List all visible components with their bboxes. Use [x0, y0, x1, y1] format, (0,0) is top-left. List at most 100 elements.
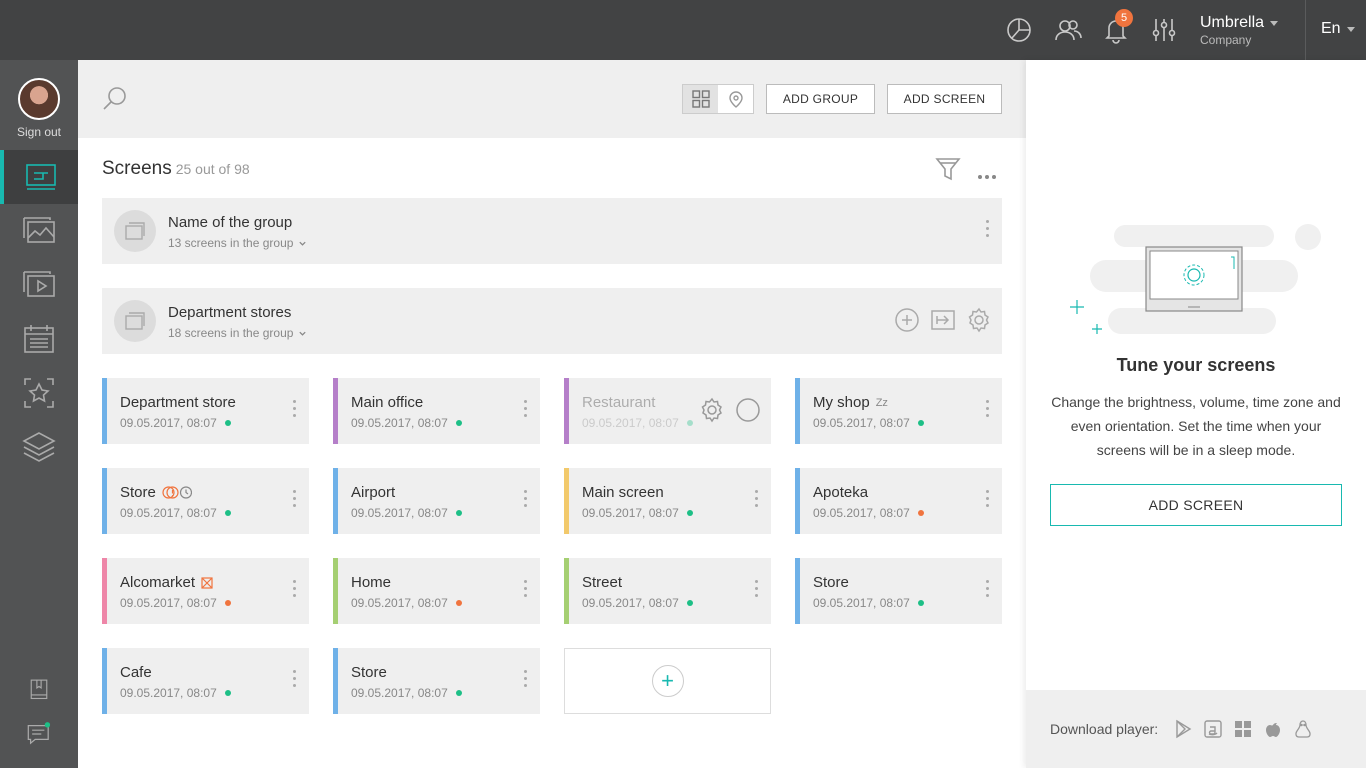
screen-name: My shop: [813, 394, 870, 411]
add-screen-card[interactable]: +: [564, 648, 771, 714]
last-seen-time: 09.05.2017, 08:07: [351, 596, 448, 610]
screens-icon: [26, 164, 56, 190]
linux-icon[interactable]: [1293, 719, 1313, 739]
grid-view-icon[interactable]: [683, 85, 718, 113]
screen-card-name: Apoteka: [813, 484, 868, 501]
screen-card[interactable]: Store 09.05.2017, 08:07: [795, 558, 1002, 624]
card-menu-icon[interactable]: [986, 580, 990, 601]
gear-icon[interactable]: [699, 397, 725, 423]
filter-icon[interactable]: [935, 156, 961, 182]
screen-card[interactable]: Street 09.05.2017, 08:07: [564, 558, 771, 624]
card-menu-icon[interactable]: [755, 490, 759, 511]
add-screen-button[interactable]: ADD SCREEN: [887, 84, 1002, 114]
group-icon: [114, 300, 156, 342]
view-toggle: [682, 84, 754, 114]
sidebar-item-chat[interactable]: [0, 706, 78, 762]
screen-card[interactable]: Main office 09.05.2017, 08:07: [333, 378, 540, 444]
add-circle-icon[interactable]: [894, 307, 920, 333]
screen-card[interactable]: Airport 09.05.2017, 08:07: [333, 468, 540, 534]
sleep-badge: Zz: [875, 396, 888, 409]
screen-card-name: My shop Zz: [813, 394, 888, 411]
search-icon[interactable]: [102, 85, 128, 111]
sidebar-item-favorites[interactable]: [0, 366, 78, 420]
plus-icon: +: [651, 665, 684, 697]
screen-card[interactable]: Store 09.05.2017, 08:07: [333, 648, 540, 714]
windows-icon[interactable]: [1233, 719, 1253, 739]
screen-card-date: 09.05.2017, 08:07: [120, 686, 231, 700]
screen-card-name: Main screen: [582, 484, 664, 501]
screen-card[interactable]: My shop Zz 09.05.2017, 08:07: [795, 378, 1002, 444]
group-actions: [894, 307, 992, 333]
status-dot: [455, 690, 462, 696]
group-count[interactable]: 18 screens in the group: [168, 326, 307, 340]
card-menu-icon[interactable]: [986, 400, 990, 421]
screen-card-date: 09.05.2017, 08:07: [120, 596, 231, 610]
group-row[interactable]: Department stores 18 screens in the grou…: [102, 288, 1002, 354]
last-seen-time: 09.05.2017, 08:07: [582, 506, 679, 520]
screen-card-name: Street: [582, 574, 622, 591]
card-menu-icon[interactable]: [293, 670, 297, 691]
screen-name: Department store: [120, 394, 236, 411]
screen-card[interactable]: Home 09.05.2017, 08:07: [333, 558, 540, 624]
screen-card[interactable]: Cafe 09.05.2017, 08:07: [102, 648, 309, 714]
screen-name: Airport: [351, 484, 396, 501]
gallery-icon: [23, 217, 55, 243]
screen-card-name: Home: [351, 574, 391, 591]
users-icon[interactable]: [1054, 16, 1082, 44]
page-title: Screens 25 out of 98: [102, 158, 250, 180]
pie-chart-icon[interactable]: [1005, 16, 1033, 44]
screen-name: Store: [813, 574, 849, 591]
gear-icon[interactable]: [966, 307, 992, 333]
sign-out-link[interactable]: Sign out: [0, 125, 78, 139]
card-menu-icon[interactable]: [755, 580, 759, 601]
screen-card[interactable]: Alcomarket 09.05.2017, 08:07: [102, 558, 309, 624]
company-switcher[interactable]: Umbrella Company: [1200, 14, 1279, 47]
group-menu-icon[interactable]: [986, 220, 990, 241]
last-seen-time: 09.05.2017, 08:07: [582, 596, 679, 610]
card-menu-icon[interactable]: [524, 490, 528, 511]
card-menu-icon[interactable]: [524, 670, 528, 691]
group-count[interactable]: 13 screens in the group: [168, 236, 307, 250]
last-seen-time: 09.05.2017, 08:07: [120, 596, 217, 610]
google-play-icon[interactable]: [1173, 719, 1193, 739]
sidebar-item-screens[interactable]: [0, 150, 78, 204]
group-name: Department stores: [168, 304, 292, 321]
sliders-icon[interactable]: [1150, 16, 1178, 44]
card-menu-icon[interactable]: [524, 400, 528, 421]
card-menu-icon[interactable]: [524, 580, 528, 601]
card-menu-icon[interactable]: [293, 580, 297, 601]
screen-card-name: Restaurant: [582, 394, 655, 411]
playlist-icon: [23, 271, 55, 297]
chevron-down-icon: [1346, 26, 1355, 32]
more-options-icon[interactable]: [978, 166, 999, 184]
download-label: Download player:: [1050, 721, 1159, 737]
add-group-button[interactable]: ADD GROUP: [766, 84, 875, 114]
screen-name: Store: [120, 484, 156, 501]
group-icon: [114, 210, 156, 252]
move-to-screen-icon[interactable]: [930, 307, 956, 333]
group-row[interactable]: Name of the group 13 screens in the grou…: [102, 198, 1002, 264]
screen-card-date: 09.05.2017, 08:07: [813, 506, 924, 520]
amazon-icon[interactable]: [1203, 719, 1223, 739]
sidebar-item-schedule[interactable]: [0, 312, 78, 366]
apple-icon[interactable]: [1263, 719, 1283, 739]
sidebar-item-gallery[interactable]: [0, 204, 78, 258]
select-circle-icon[interactable]: [735, 397, 761, 423]
screen-card-date: 09.05.2017, 08:07: [582, 506, 693, 520]
language-selector[interactable]: En: [1321, 20, 1355, 38]
card-menu-icon[interactable]: [293, 400, 297, 421]
screen-card[interactable]: Store 09.05.2017, 08:07: [102, 468, 309, 534]
screen-card[interactable]: Main screen 09.05.2017, 08:07: [564, 468, 771, 534]
last-seen-time: 09.05.2017, 08:07: [813, 596, 910, 610]
screen-card[interactable]: Restaurant 09.05.2017, 08:07: [564, 378, 771, 444]
sidebar-item-playlist[interactable]: [0, 258, 78, 312]
sidebar-item-layers[interactable]: [0, 420, 78, 474]
screen-card[interactable]: Department store 09.05.2017, 08:07: [102, 378, 309, 444]
card-menu-icon[interactable]: [293, 490, 297, 511]
map-view-icon[interactable]: [718, 85, 753, 113]
card-menu-icon[interactable]: [986, 490, 990, 511]
screen-card-date: 09.05.2017, 08:07: [582, 416, 693, 430]
screen-card[interactable]: Apoteka 09.05.2017, 08:07: [795, 468, 1002, 534]
panel-add-screen-button[interactable]: ADD SCREEN: [1050, 484, 1342, 526]
avatar[interactable]: [18, 78, 60, 120]
